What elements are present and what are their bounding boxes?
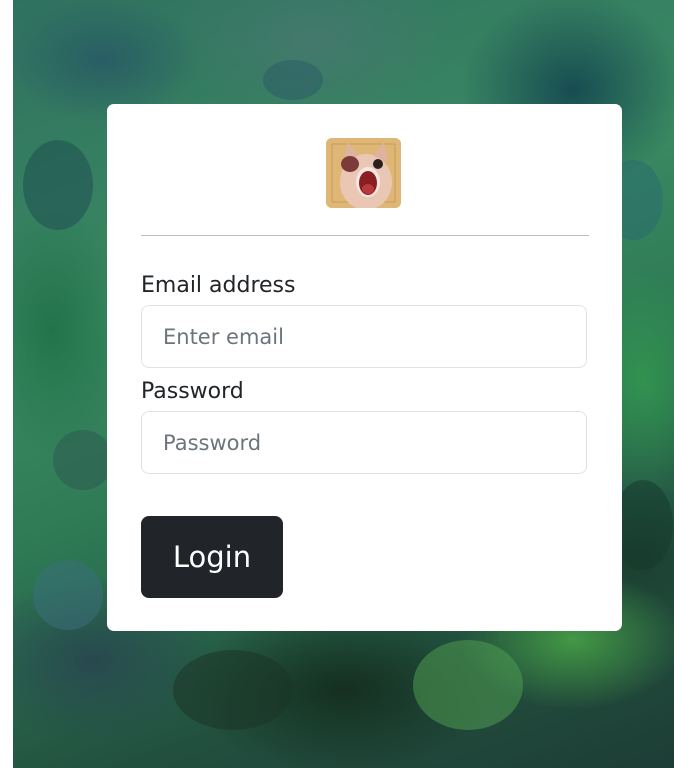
email-input[interactable] xyxy=(141,305,587,368)
login-card: Email address Password Login xyxy=(107,104,622,631)
paint-blot xyxy=(173,650,293,730)
paint-blot xyxy=(53,430,113,490)
logo-image xyxy=(326,138,401,208)
background-painting: Email address Password Login xyxy=(13,0,674,768)
password-input[interactable] xyxy=(141,411,587,474)
paint-blot xyxy=(613,480,673,570)
email-label: Email address xyxy=(141,273,296,298)
paint-blot xyxy=(263,60,323,100)
screaming-cat-avatar-icon xyxy=(326,138,401,208)
card-divider xyxy=(141,235,589,236)
paint-blot xyxy=(413,640,523,730)
paint-blot xyxy=(33,560,103,630)
paint-blot xyxy=(23,140,93,230)
password-label: Password xyxy=(141,379,244,404)
login-button[interactable]: Login xyxy=(141,516,283,598)
